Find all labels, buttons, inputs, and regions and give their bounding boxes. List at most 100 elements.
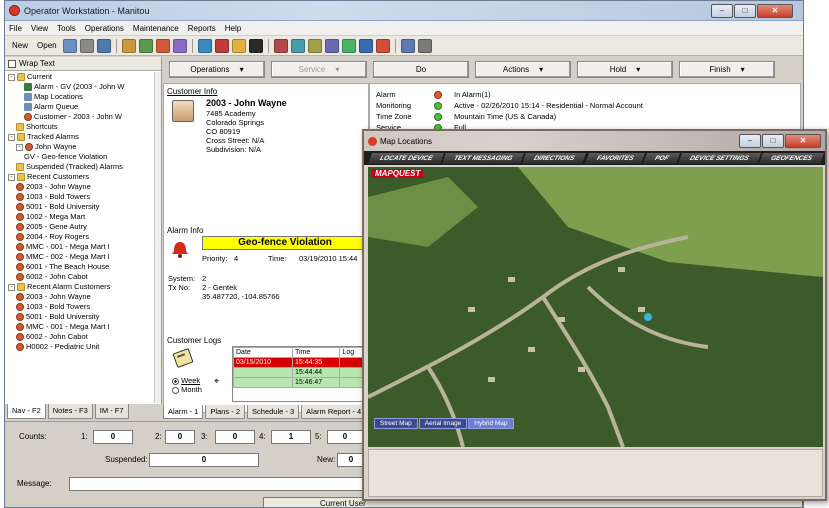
tree-node[interactable]: 6002 - John Cabot [5,272,155,282]
col-time[interactable]: Time [291,347,341,358]
col-log[interactable]: Log [339,347,365,358]
minimize-button[interactable]: – [711,4,733,18]
tree-node[interactable]: Alarm Queue [5,102,155,112]
open-button[interactable]: Open [34,41,60,50]
tree-node[interactable]: 2005 - Gene Autry [5,222,155,232]
tree-node[interactable]: 5001 - Bold University [5,312,155,322]
map-icon[interactable] [290,38,305,53]
tree-node[interactable]: Map Locations [5,92,155,102]
week-radio[interactable] [172,377,179,385]
tree-node[interactable]: MMC - 001 - Mega Mart I [5,242,155,252]
tree-node[interactable]: 6001 - The Beach House [5,262,155,272]
users-icon[interactable] [138,38,153,53]
tree-node[interactable]: Suspended (Tracked) Alarms [5,162,155,172]
monitor-icon[interactable] [96,38,111,53]
wrap-text-checkbox[interactable] [8,59,16,68]
phone-icon[interactable] [197,38,212,53]
tree-node[interactable]: Alarm - GV (2003 - John W [5,82,155,92]
tree-node[interactable]: 2003 - John Wayne [5,292,155,302]
aerial-image-button[interactable]: Aerial Image [418,418,468,429]
finish-button[interactable]: Finish ▾ [679,60,775,78]
table-row[interactable]: 15:46:47 [233,377,365,388]
tree-node[interactable]: Shortcuts [5,122,155,132]
tab-alarm[interactable]: Alarm - 1 [163,405,204,419]
menu-tools[interactable]: Tools [57,24,76,33]
tab-alarm-report[interactable]: Alarm Report - 4 [301,405,367,419]
tab-text-messaging[interactable]: TEXT MESSAGING [442,152,525,164]
pointer-icon[interactable] [248,38,263,53]
tab-schedule[interactable]: Schedule - 3 [247,405,300,419]
tree-node[interactable]: Customer - 2003 - John W [5,112,155,122]
print-icon[interactable] [79,38,94,53]
tree-node[interactable]: - John Wayne [5,142,155,152]
minimize-button[interactable]: – [739,134,761,148]
col-date[interactable]: Date [233,347,293,358]
tab-nav[interactable]: Nav - F2 [7,404,46,419]
month-radio[interactable] [172,386,179,394]
tree-node[interactable]: MMC - 002 - Mega Mart I [5,252,155,262]
expand-toggle-icon[interactable]: - [8,133,15,141]
new-button[interactable]: New [9,41,31,50]
actions-button[interactable]: Actions ▾ [475,60,571,78]
hybrid-map-button[interactable]: Hybrid Map [468,418,514,429]
expand-toggle-icon[interactable]: - [8,283,15,291]
alarm-icon[interactable] [155,38,170,53]
folder-icon[interactable] [231,38,246,53]
message-field[interactable] [69,477,369,491]
tab-im[interactable]: IM - F7 [94,404,129,419]
window-icon[interactable] [400,38,415,53]
save-icon[interactable] [62,38,77,53]
tree-node[interactable]: 1003 - Bold Towers [5,302,155,312]
layout-icon[interactable] [417,38,432,53]
tab-device-settings[interactable]: DEVICE SETTINGS [678,152,761,164]
menu-file[interactable]: File [9,24,22,33]
grid-icon[interactable] [358,38,373,53]
table-row[interactable]: 15:44:44 [233,367,365,378]
flag-icon[interactable] [375,38,390,53]
menu-maintenance[interactable]: Maintenance [133,24,179,33]
maximize-button[interactable]: □ [734,4,756,18]
table-row[interactable]: 03/15/2010 15:44:35 [233,357,365,368]
menu-operations[interactable]: Operations [85,24,124,33]
menu-view[interactable]: View [31,24,48,33]
menu-reports[interactable]: Reports [188,24,216,33]
aerial-map[interactable]: MAPQUEST Street Map Aerial Image Hybrid … [368,167,823,447]
tab-geofences[interactable]: GEOFENCES [758,152,824,164]
tree-node[interactable]: - Current [5,72,155,82]
stop-icon[interactable] [214,38,229,53]
tree-node[interactable]: - Recent Alarm Customers [5,282,155,292]
report-icon[interactable] [172,38,187,53]
tree-node[interactable]: 1003 - Bold Towers [5,192,155,202]
operations-button[interactable]: Operations ▾ [169,60,265,78]
close-button[interactable]: ✕ [757,4,793,18]
key-icon[interactable] [307,38,322,53]
tree-node[interactable]: GV - Geo-fence Violation [5,152,155,162]
close-button[interactable]: ✕ [785,134,821,148]
tab-pof[interactable]: POF [642,152,681,164]
hold-button[interactable]: Hold ▾ [577,60,673,78]
camera-icon[interactable] [324,38,339,53]
binoculars-icon[interactable]: ⌖ [214,376,219,387]
tree-scrollbar[interactable] [154,72,161,403]
tree-node[interactable]: 1002 - Mega Mart [5,212,155,222]
expand-toggle-icon[interactable]: - [8,173,15,181]
tree-node[interactable]: - Tracked Alarms [5,132,155,142]
tree-node[interactable]: H0002 - Pediatric Unit [5,342,155,352]
street-map-button[interactable]: Street Map [374,418,418,429]
menu-help[interactable]: Help [225,24,241,33]
tree-node[interactable]: 6002 - John Cabot [5,332,155,342]
wrench-icon[interactable] [121,38,136,53]
tab-plans[interactable]: Plans - 2 [205,405,246,419]
tab-directions[interactable]: DIRECTIONS [522,152,587,164]
tree-node[interactable]: 5001 - Bold University [5,202,155,212]
expand-toggle-icon[interactable]: - [8,73,15,81]
tab-favorites[interactable]: FAVORITES [584,152,645,164]
tab-notes[interactable]: Notes - F3 [47,404,93,419]
tree-node[interactable]: 2004 - Roy Rogers [5,232,155,242]
tree-node[interactable]: 2003 - John Wayne [5,182,155,192]
tab-locate-device[interactable]: LOCATE DEVICE [367,152,445,164]
tree-node[interactable]: - Recent Customers [5,172,155,182]
calendar-icon[interactable] [341,38,356,53]
do-button[interactable]: Do [373,60,469,78]
maximize-button[interactable]: □ [762,134,784,148]
